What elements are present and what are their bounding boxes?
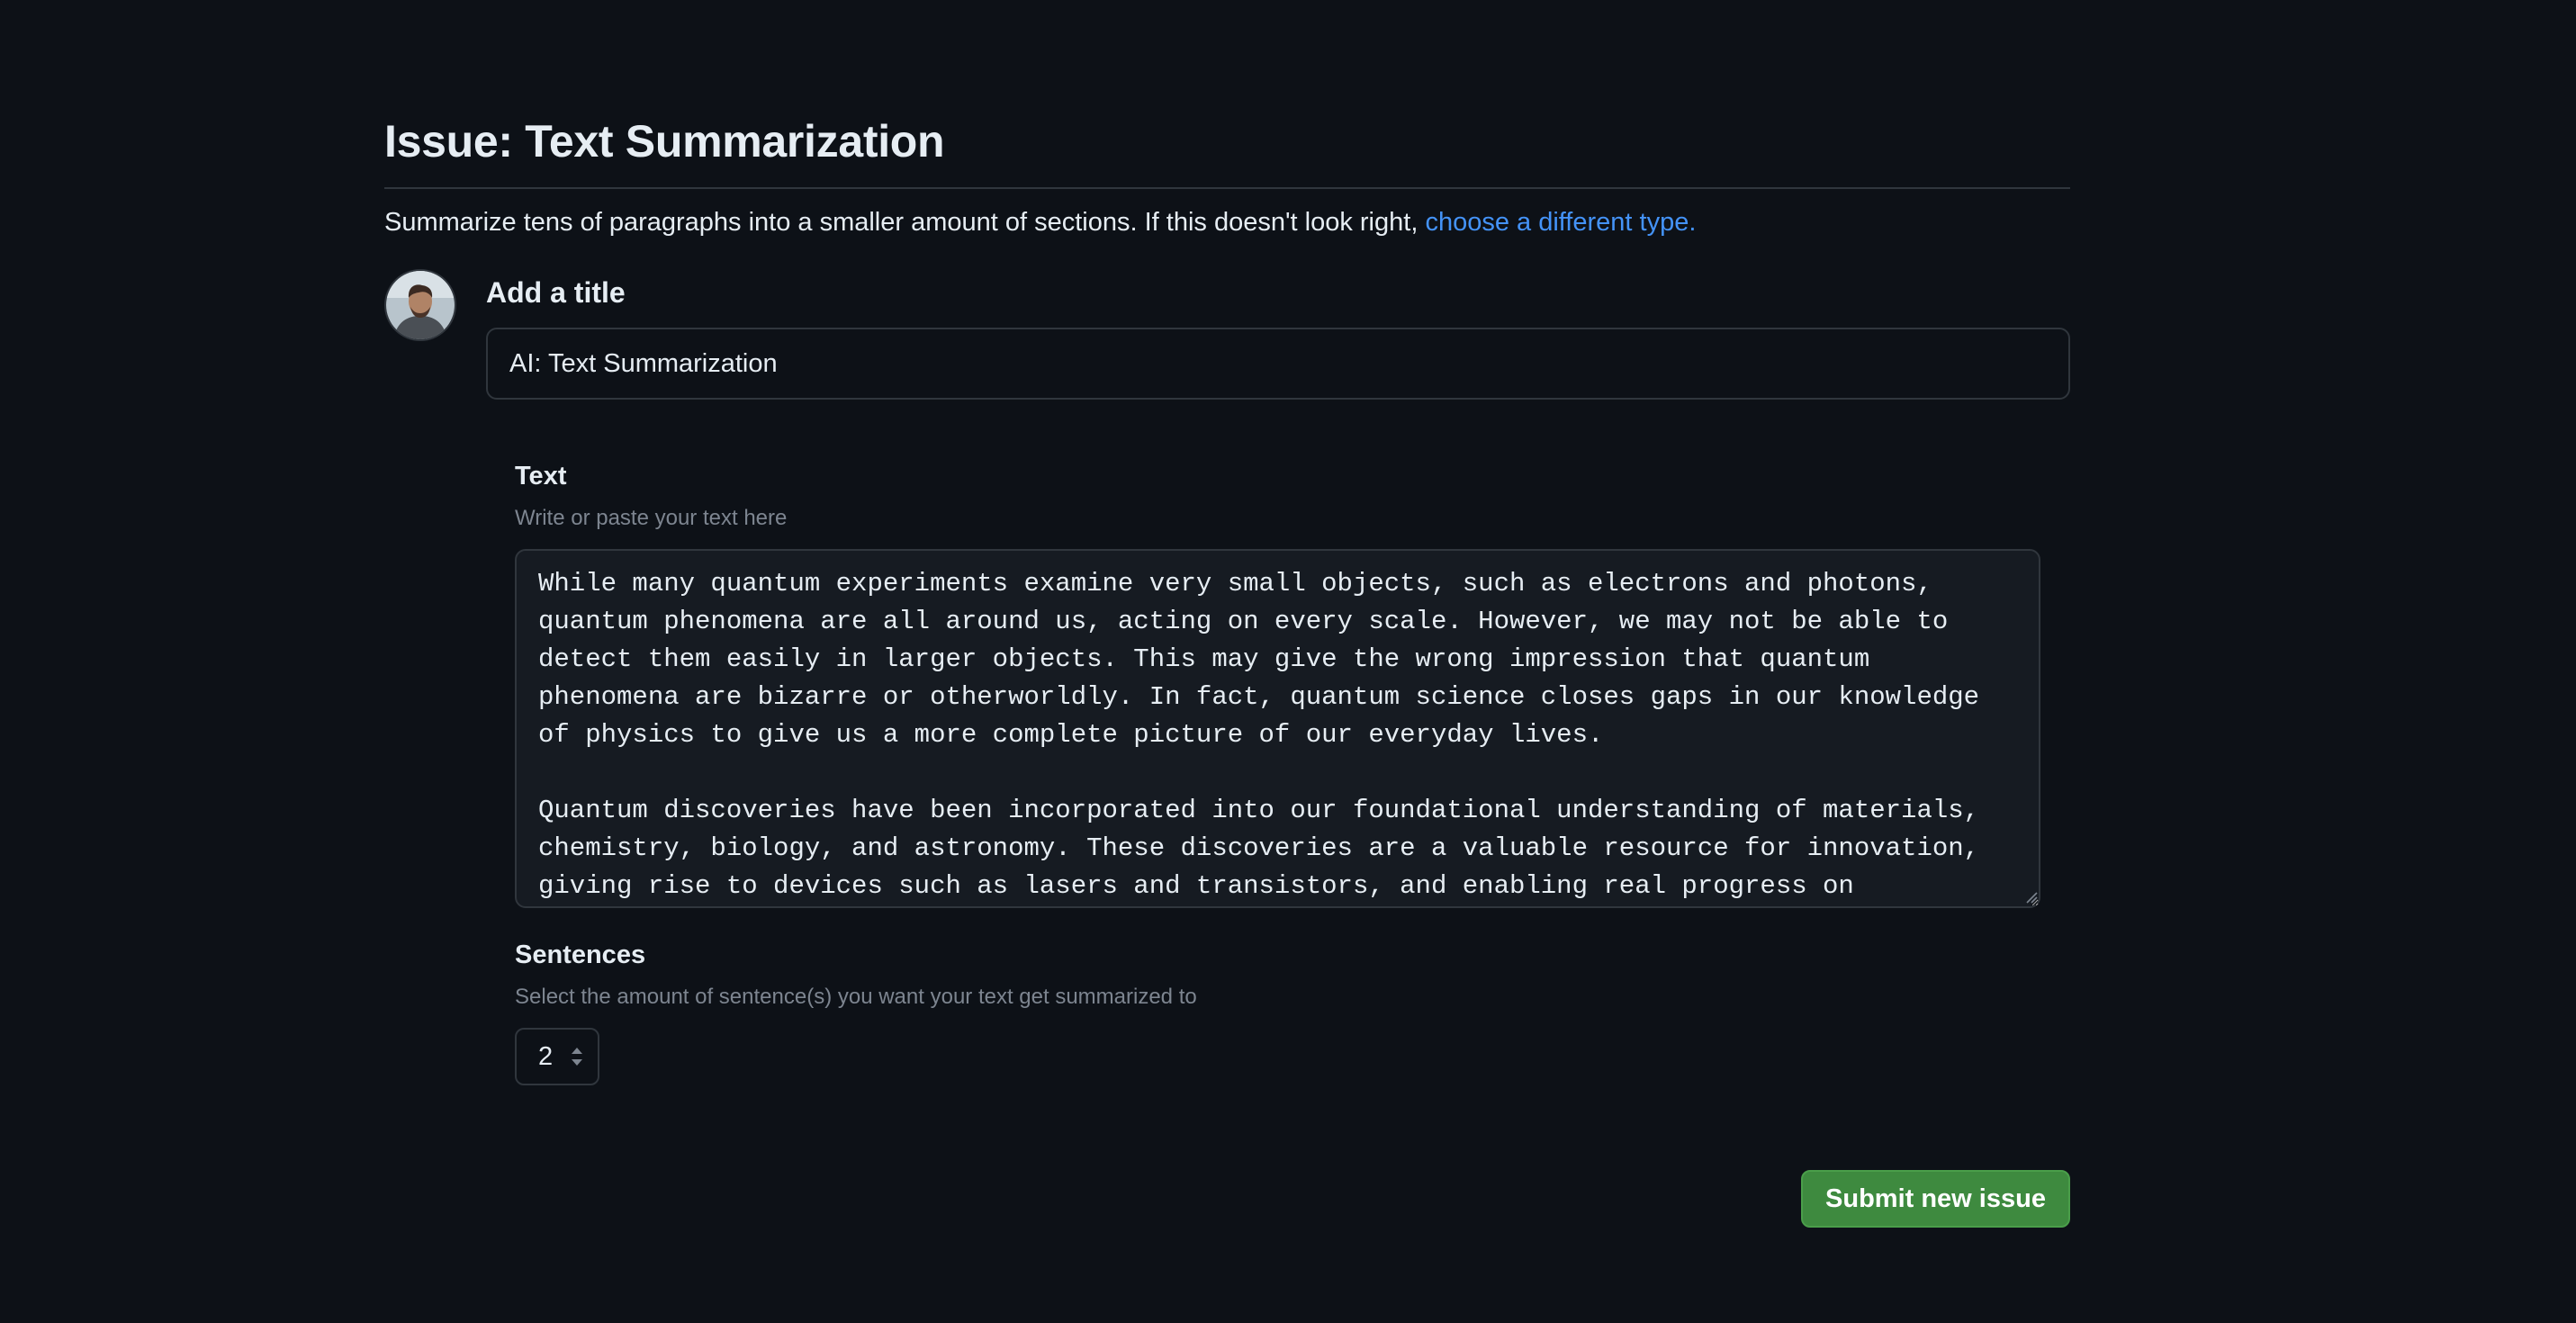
sentences-field-label: Sentences: [515, 940, 646, 969]
issue-title-input[interactable]: [486, 328, 2070, 400]
text-field-label: Text: [515, 462, 567, 490]
page-title: Issue: Text Summarization: [384, 116, 945, 166]
text-input[interactable]: While many quantum experiments examine v…: [515, 549, 2040, 908]
sentences-value: 2: [538, 1042, 554, 1071]
spinner-arrows-icon[interactable]: [569, 1045, 585, 1068]
choose-different-type-link[interactable]: choose a different type.: [1425, 208, 1696, 237]
issue-type-description: Summarize tens of paragraphs into a smal…: [384, 204, 1696, 240]
text-field-help: Write or paste your text here: [515, 506, 788, 530]
title-divider: [384, 187, 2070, 189]
resize-handle-icon[interactable]: [2025, 891, 2038, 904]
description-text: Summarize tens of paragraphs into a smal…: [384, 208, 1426, 237]
sentences-number-input[interactable]: 2: [515, 1028, 599, 1085]
add-title-label: Add a title: [486, 276, 626, 309]
user-avatar-icon: [386, 271, 455, 339]
submit-new-issue-button[interactable]: Submit new issue: [1801, 1170, 2070, 1228]
avatar: [384, 269, 456, 341]
sentences-field-help: Select the amount of sentence(s) you wan…: [515, 985, 1197, 1009]
